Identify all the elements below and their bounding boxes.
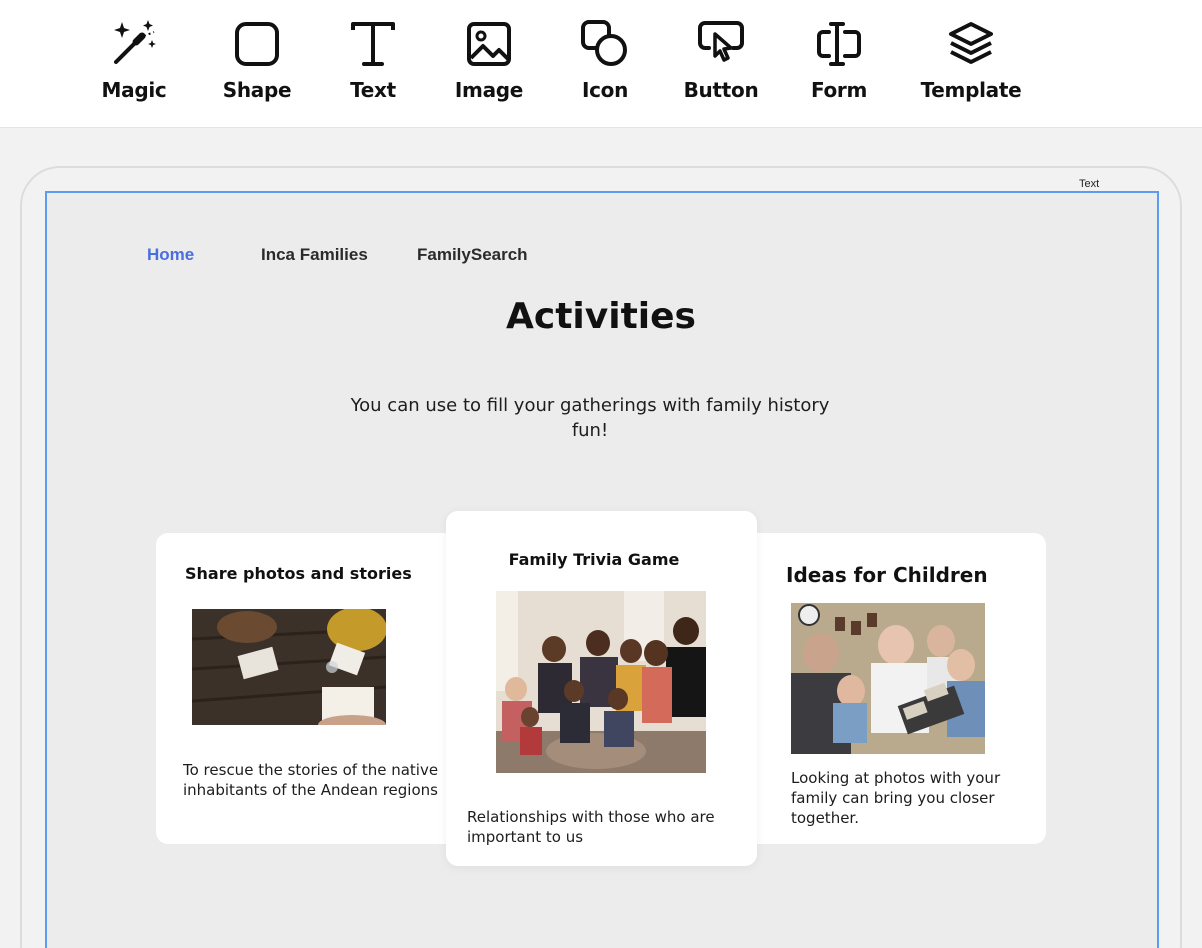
tool-magic[interactable]: Magic: [74, 18, 194, 100]
tool-template[interactable]: Template: [911, 18, 1031, 100]
magic-wand-icon: [114, 20, 156, 64]
image-icon: [467, 22, 511, 66]
shapes-icon: [581, 20, 627, 66]
card-title: Share photos and stories: [185, 564, 412, 583]
photo-family-gathering: [496, 591, 706, 773]
page-title: Activities: [506, 296, 696, 337]
activity-card-children[interactable]: Ideas for Children Looking at photos wit…: [716, 533, 1046, 844]
card-title: Ideas for Children: [786, 563, 988, 587]
card-title: Family Trivia Game: [508, 550, 680, 569]
tool-label: Icon: [581, 78, 629, 102]
tool-image[interactable]: Image: [429, 18, 549, 100]
pointer-click-icon: [698, 21, 744, 62]
photo-grandparents-album: [791, 603, 985, 754]
tool-label: Template: [920, 78, 1022, 102]
layers-icon: [949, 22, 993, 64]
tool-icon[interactable]: Icon: [545, 18, 665, 100]
tool-shape[interactable]: Shape: [197, 18, 317, 100]
tool-label: Magic: [101, 78, 167, 102]
activity-card-trivia[interactable]: Family Trivia Game Relationships with th…: [446, 511, 757, 866]
tool-text[interactable]: Text: [313, 18, 433, 100]
card-description: Looking at photos with your family can b…: [791, 769, 1001, 827]
tool-label: Shape: [222, 78, 292, 102]
tool-label: Form: [810, 78, 868, 102]
nav-home[interactable]: Home: [147, 245, 194, 265]
nav-inca-families[interactable]: Inca Families: [261, 245, 368, 265]
photo-people-writing: [192, 609, 386, 725]
selection-tag: Text: [1079, 178, 1100, 190]
card-description: To rescue the stories of the native inha…: [183, 761, 439, 799]
tool-label: Button: [683, 78, 759, 102]
text-cursor-input-icon: [817, 22, 861, 66]
rounded-square-icon: [235, 22, 279, 66]
tool-label: Text: [350, 78, 396, 102]
card-description: Relationships with those who are importa…: [467, 808, 715, 846]
editor-toolbar: Magic Shape Text Image Icon Button Form …: [0, 0, 1202, 128]
activity-card-photos[interactable]: Share photos and stories To rescue the s…: [156, 533, 486, 844]
tool-button[interactable]: Button: [661, 18, 781, 100]
text-t-icon: [351, 22, 395, 66]
page-subtitle: You can use to fill your gatherings with…: [350, 395, 830, 441]
tool-form[interactable]: Form: [779, 18, 899, 100]
tool-label: Image: [454, 78, 524, 102]
nav-familysearch[interactable]: FamilySearch: [417, 245, 528, 265]
